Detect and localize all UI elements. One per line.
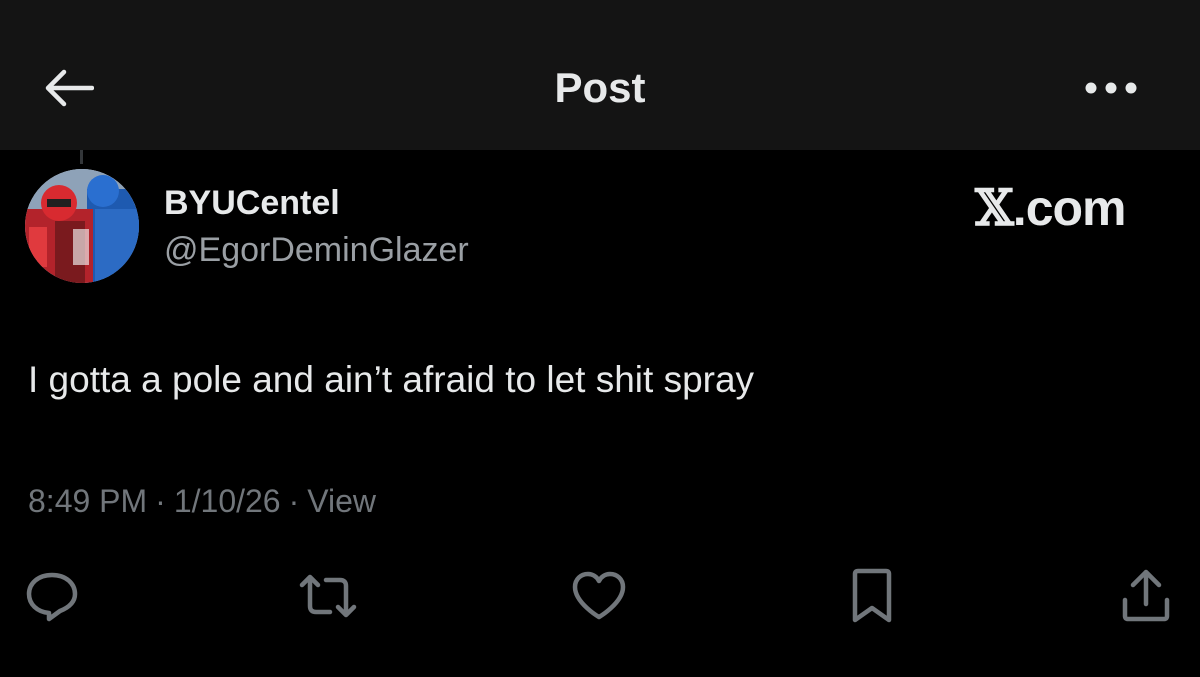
reply-bubble-icon xyxy=(26,572,78,622)
reply-button[interactable] xyxy=(22,566,82,626)
post-time: 8:49 PM xyxy=(28,483,148,519)
share-button[interactable] xyxy=(1116,566,1176,626)
avatar-image xyxy=(25,169,139,283)
back-button[interactable] xyxy=(36,62,100,114)
bookmark-icon xyxy=(852,568,892,623)
page-title: Post xyxy=(554,64,646,111)
meta-separator: · xyxy=(288,483,300,519)
views-link[interactable]: View xyxy=(307,483,376,519)
repost-button[interactable] xyxy=(298,566,358,626)
watermark-domain: .com xyxy=(1012,180,1127,236)
repost-arrows-icon xyxy=(299,574,357,618)
post-date: 1/10/26 xyxy=(173,483,281,519)
meta-separator: · xyxy=(155,483,166,519)
x-com-watermark: 𝕏.com xyxy=(975,178,1126,238)
avatar[interactable] xyxy=(25,169,139,283)
thread-connector-line xyxy=(80,150,83,164)
arrow-left-icon xyxy=(45,69,94,107)
more-horizontal-icon xyxy=(1085,82,1137,94)
author-handle[interactable]: @EgorDeminGlazer xyxy=(164,229,469,271)
author-display-name[interactable]: BYUCentel xyxy=(164,182,340,224)
x-logo-glyph: 𝕏 xyxy=(975,178,1014,237)
post-text: I gotta a pole and ain’t afraid to let s… xyxy=(28,359,755,400)
share-icon xyxy=(1122,569,1170,622)
bookmark-button[interactable] xyxy=(842,566,902,626)
heart-icon xyxy=(572,571,626,620)
more-options-button[interactable] xyxy=(1076,66,1146,110)
like-button[interactable] xyxy=(569,566,629,626)
top-app-bar: Post xyxy=(0,0,1200,150)
post-metadata: 8:49 PM · 1/10/26 · View xyxy=(28,480,376,522)
